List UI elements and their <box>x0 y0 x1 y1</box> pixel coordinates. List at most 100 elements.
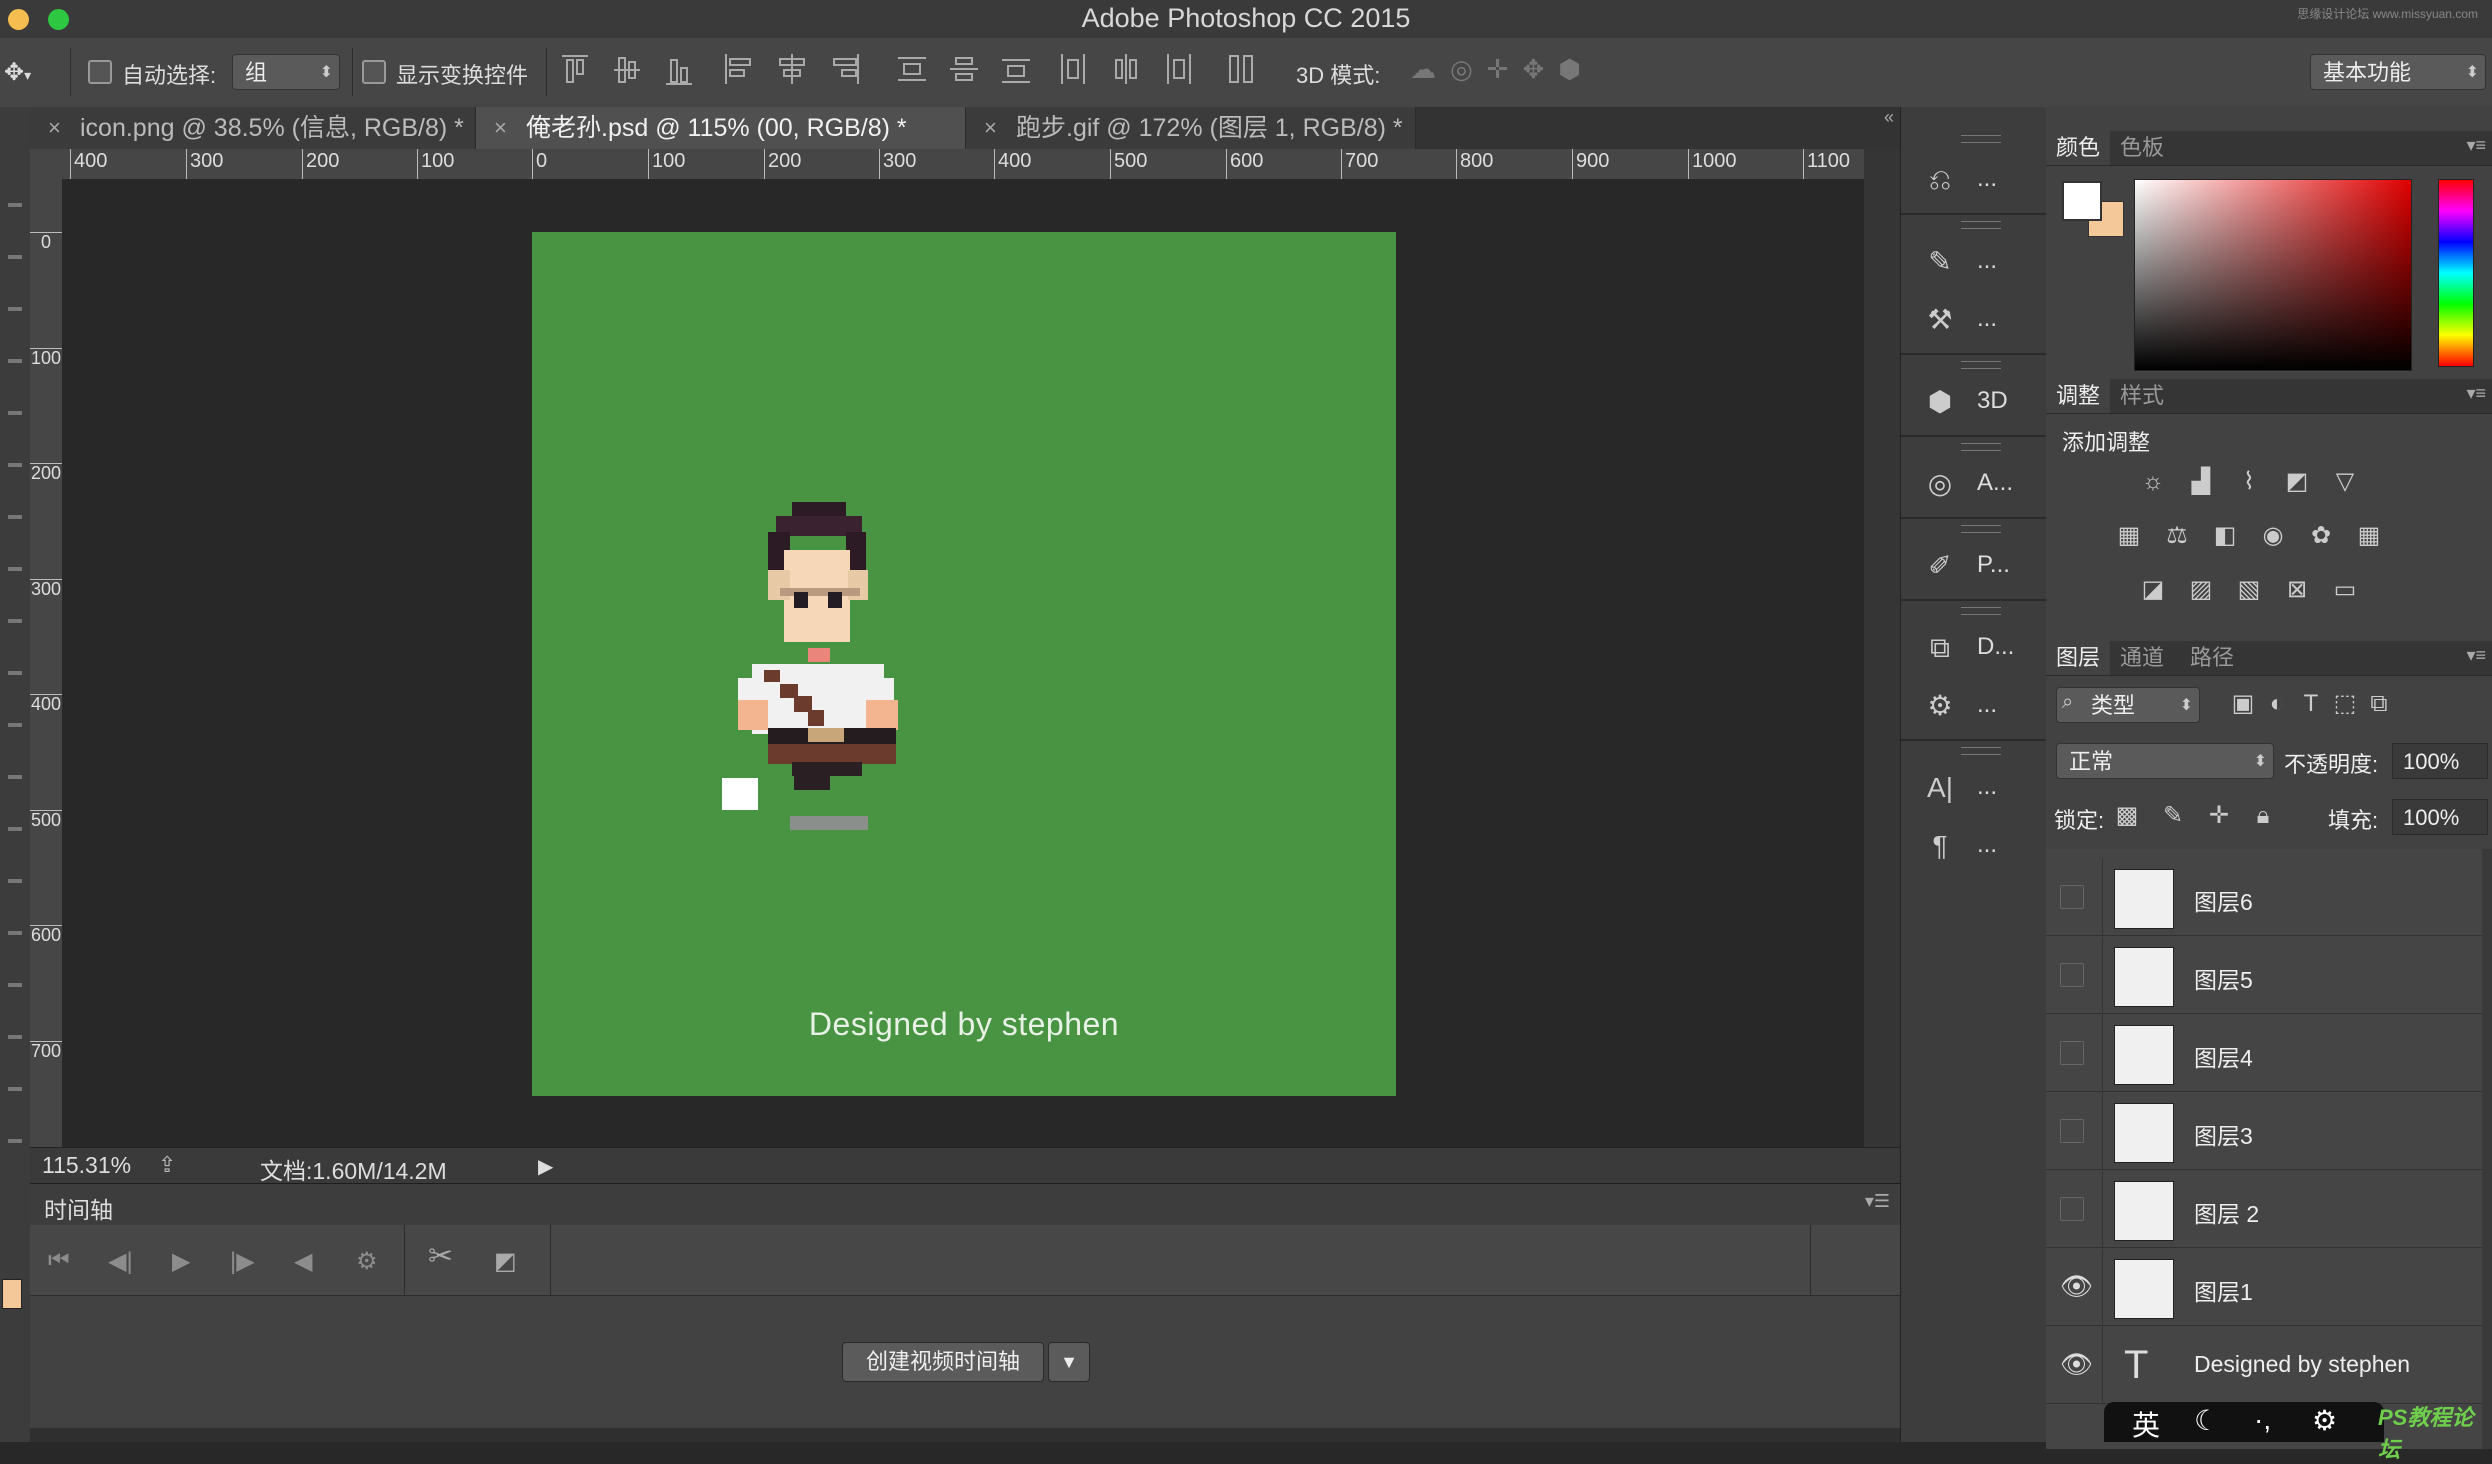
layers-scrollbar[interactable] <box>2482 849 2492 1449</box>
dock-paragraph[interactable]: ¶... <box>1901 819 2047 871</box>
dock-history[interactable]: ⎌... <box>1901 153 2047 205</box>
move-tool-icon[interactable]: ✥▾ <box>4 58 31 87</box>
brightness-icon[interactable]: ☼ <box>2136 467 2170 497</box>
layer-row[interactable]: 图层4 <box>2046 1015 2482 1092</box>
split-scissors-icon[interactable]: ✂ <box>428 1239 453 1274</box>
layer-row[interactable]: 图层 2 <box>2046 1171 2482 1248</box>
tab-channels[interactable]: 通道 <box>2110 641 2174 675</box>
foreground-color-swatch[interactable] <box>2 1279 22 1309</box>
hue-saturation-icon[interactable]: ▦ <box>2112 521 2146 551</box>
threshold-icon[interactable]: ▧ <box>2232 575 2266 605</box>
collapse-icon[interactable]: « <box>1884 107 1894 128</box>
tab-layers[interactable]: 图层 <box>2046 641 2111 675</box>
dock-tool-presets[interactable]: ⚒... <box>1901 293 2047 345</box>
lock-transparent-icon[interactable]: ▩ <box>2110 801 2144 831</box>
close-icon[interactable]: × <box>984 107 997 149</box>
dock-brush-presets[interactable]: ✎... <box>1901 235 2047 287</box>
photo-filter-icon[interactable]: ◉ <box>2256 521 2290 551</box>
vibrance-icon[interactable]: ▽ <box>2328 467 2362 497</box>
close-icon[interactable]: × <box>48 107 61 149</box>
dock-clone-source[interactable]: ⚙... <box>1901 679 2047 731</box>
moon-icon[interactable]: ☾ <box>2194 1404 2219 1437</box>
punctuation-icon[interactable]: ·, <box>2254 1404 2271 1436</box>
workspace-dropdown[interactable]: 基本功能 <box>2310 54 2486 91</box>
selective-color-icon[interactable]: ⊠ <box>2280 575 2314 605</box>
vertical-ruler[interactable]: 0 100 200 300 400 500 600 700 <box>30 179 63 1147</box>
tab-icon-png[interactable]: × icon.png @ 38.5% (信息, RGB/8) * <box>30 107 476 149</box>
filter-smart-object-icon[interactable]: ⧉ <box>2362 689 2396 719</box>
black-white-icon[interactable]: ◧ <box>2208 521 2242 551</box>
visibility-toggle[interactable] <box>2060 885 2084 909</box>
document-canvas[interactable]: Designed by stephen <box>532 232 1396 1096</box>
auto-select-dropdown[interactable]: 组 <box>232 54 340 91</box>
filter-adjustment-icon[interactable]: ◐ <box>2260 689 2294 719</box>
opacity-input[interactable]: 100% <box>2392 743 2488 779</box>
exposure-icon[interactable]: ◩ <box>2280 467 2314 497</box>
layer-row[interactable]: 图层6 <box>2046 859 2482 936</box>
blend-mode-dropdown[interactable]: 正常 <box>2056 743 2274 780</box>
previous-frame-icon[interactable]: ◀| <box>108 1247 133 1276</box>
eye-icon[interactable]: 👁︎ <box>2060 1351 2093 1377</box>
tab-swatches[interactable]: 色板 <box>2110 131 2174 165</box>
fill-input[interactable]: 100% <box>2392 799 2488 835</box>
visibility-toggle[interactable] <box>2060 1119 2084 1143</box>
zoom-level[interactable]: 115.31% <box>42 1152 131 1179</box>
levels-icon[interactable]: ▟ <box>2184 467 2218 497</box>
ruler-origin[interactable] <box>30 149 62 179</box>
settings-gear-icon[interactable]: ⚙ <box>356 1247 378 1276</box>
lock-position-icon[interactable]: ✛ <box>2202 801 2236 831</box>
audio-icon[interactable]: ◀ <box>294 1247 312 1276</box>
posterize-icon[interactable]: ▨ <box>2184 575 2218 605</box>
color-lookup-icon[interactable]: ▦ <box>2352 521 2386 551</box>
visibility-toggle[interactable] <box>2060 1197 2084 1221</box>
layer-row[interactable]: 图层5 <box>2046 937 2482 1014</box>
dock-3d[interactable]: ⬢ 3D <box>1901 375 2047 427</box>
share-icon[interactable]: ⇪ <box>158 1152 176 1178</box>
create-video-timeline-button[interactable]: 创建视频时间轴 <box>842 1342 1044 1382</box>
invert-icon[interactable]: ◪ <box>2136 575 2170 605</box>
dock-actions[interactable]: ◎ A... <box>1901 457 2047 509</box>
tool-buttons[interactable] <box>8 177 22 1177</box>
dock-paths[interactable]: ✐ P... <box>1901 539 2047 591</box>
panel-menu-icon[interactable]: ▾≡ <box>2466 383 2486 404</box>
eye-icon[interactable]: 👁︎ <box>2060 1273 2093 1299</box>
color-balance-icon[interactable]: ⚖ <box>2160 521 2194 551</box>
status-menu-arrow-icon[interactable]: ▶ <box>538 1154 553 1179</box>
tab-paths[interactable]: 路径 <box>2180 641 2244 675</box>
tab-styles[interactable]: 样式 <box>2110 379 2174 413</box>
layer-filter-dropdown[interactable]: 类型 <box>2056 687 2200 724</box>
show-transform-checkbox[interactable] <box>362 60 386 84</box>
tab-adjustments[interactable]: 调整 <box>2046 379 2111 413</box>
timeline-mode-dropdown-icon[interactable]: ▼ <box>1048 1342 1090 1382</box>
filter-pixel-icon[interactable]: ▣ <box>2226 689 2260 719</box>
transition-icon[interactable]: ◩ <box>494 1247 517 1276</box>
tab-color[interactable]: 颜色 <box>2046 131 2111 165</box>
close-icon[interactable]: × <box>494 107 507 149</box>
curves-icon[interactable]: ⌇ <box>2232 467 2266 497</box>
panel-menu-icon[interactable]: ▾≡ <box>2466 645 2486 666</box>
channel-mixer-icon[interactable]: ✿ <box>2304 521 2338 551</box>
gradient-map-icon[interactable]: ▭ <box>2328 575 2362 605</box>
filter-shape-icon[interactable]: ⬚ <box>2328 689 2362 719</box>
dock-device-preview[interactable]: ⧉ D... <box>1901 621 2047 673</box>
3d-mode-icons[interactable]: ☁◎✛✥⬢ <box>1410 54 1595 85</box>
next-frame-icon[interactable]: |▶ <box>230 1247 255 1276</box>
ime-toolbar[interactable]: 英 ☾ ·, ⚙ <box>2104 1402 2384 1442</box>
auto-select-checkbox[interactable] <box>88 60 112 84</box>
layer-row[interactable]: 图层3 <box>2046 1093 2482 1170</box>
settings-gear-icon[interactable]: ⚙ <box>2312 1404 2337 1437</box>
play-icon[interactable]: ▶ <box>172 1247 190 1276</box>
timeline-scrollbar[interactable] <box>30 1428 1900 1442</box>
visibility-toggle[interactable] <box>2060 963 2084 987</box>
hue-slider[interactable] <box>2438 179 2474 367</box>
panel-menu-icon[interactable]: ▾☰ <box>1865 1191 1890 1212</box>
panel-menu-icon[interactable]: ▾≡ <box>2466 135 2486 156</box>
first-frame-icon[interactable]: ⏮ <box>48 1247 70 1275</box>
horizontal-ruler[interactable]: 400 300 200 100 0 100 200 300 400 500 60… <box>62 149 1864 180</box>
foreground-color-swatch[interactable] <box>2062 181 2102 221</box>
dock-character[interactable]: A|... <box>1901 761 2047 813</box>
tab-active-psd[interactable]: × 俺老孙.psd @ 115% (00, RGB/8) * <box>476 107 966 149</box>
layer-row[interactable]: 👁︎ T Designed by stephen <box>2046 1327 2482 1404</box>
lock-image-icon[interactable]: ✎ <box>2156 801 2190 831</box>
vertical-scrollbar[interactable] <box>1864 149 1900 1149</box>
